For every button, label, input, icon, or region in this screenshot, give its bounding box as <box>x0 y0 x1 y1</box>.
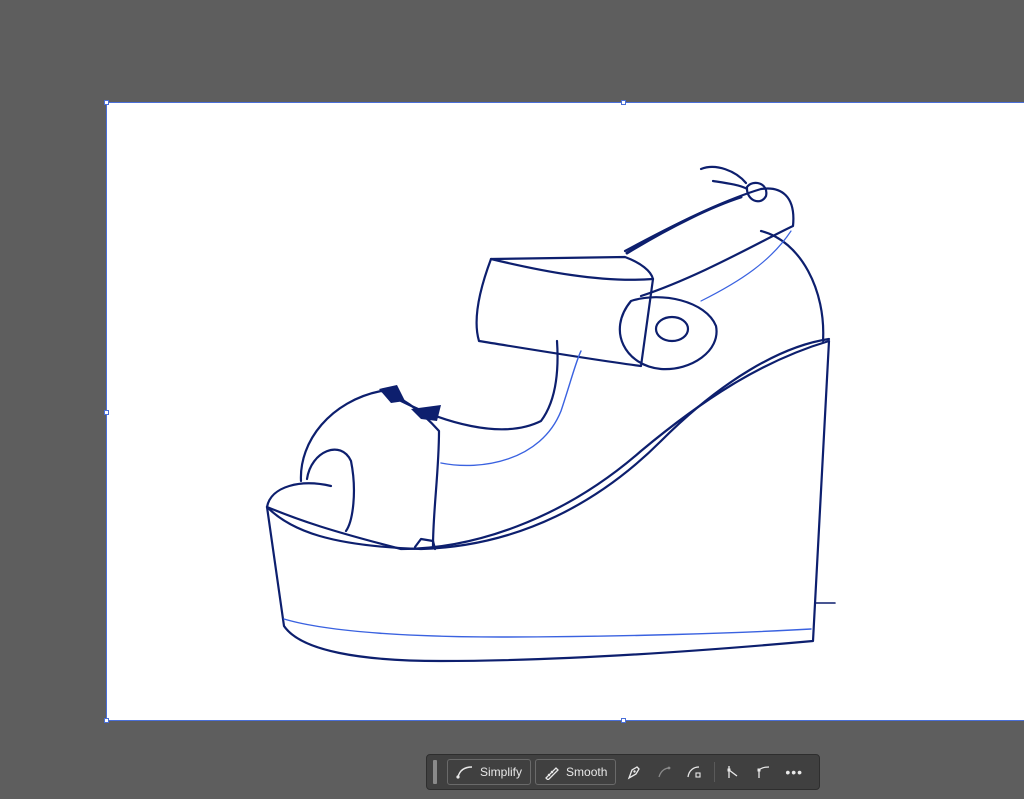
corner-anchor-button[interactable] <box>721 760 745 784</box>
smooth-label: Smooth <box>566 765 608 779</box>
ankle-strap-edge <box>625 195 743 255</box>
toe-tip <box>265 482 333 509</box>
simplify-button[interactable]: Simplify <box>447 759 532 785</box>
pen-icon <box>628 766 641 780</box>
smooth-button[interactable]: Smooth <box>535 759 617 785</box>
front-strap-top <box>489 257 655 281</box>
simplify-curve-icon <box>456 766 473 779</box>
side-buckle <box>618 296 718 371</box>
contextual-taskbar: Simplify Smooth ••• <box>426 754 820 790</box>
curvature-tool-button[interactable] <box>652 760 676 784</box>
side-buckle-hole <box>654 315 690 343</box>
curvature-icon <box>658 766 671 778</box>
simplify-label: Simplify <box>480 765 523 779</box>
shoe-illustration[interactable] <box>107 103 1024 720</box>
anchor-point-tool-button[interactable] <box>682 760 706 784</box>
strap-bow <box>699 165 749 191</box>
artboard[interactable] <box>104 100 1024 723</box>
toolbar-separator <box>714 762 716 782</box>
sole-bottom-line <box>283 618 812 638</box>
heel-counter <box>759 229 825 343</box>
toe-shadow <box>379 385 405 403</box>
anchor-convert-icon <box>687 766 701 778</box>
pen-tool-button[interactable] <box>622 760 646 784</box>
peep-toe-opening <box>305 448 356 533</box>
smooth-brush-icon <box>545 767 559 780</box>
taskbar-grip-handle[interactable] <box>433 760 437 784</box>
more-options-button[interactable]: ••• <box>785 764 803 780</box>
smooth-anchor-icon <box>757 766 770 778</box>
corner-anchor-icon <box>727 766 738 778</box>
wedge-heel-outline <box>265 339 831 663</box>
insole-curve <box>440 350 582 467</box>
smooth-anchor-button[interactable] <box>751 760 775 784</box>
